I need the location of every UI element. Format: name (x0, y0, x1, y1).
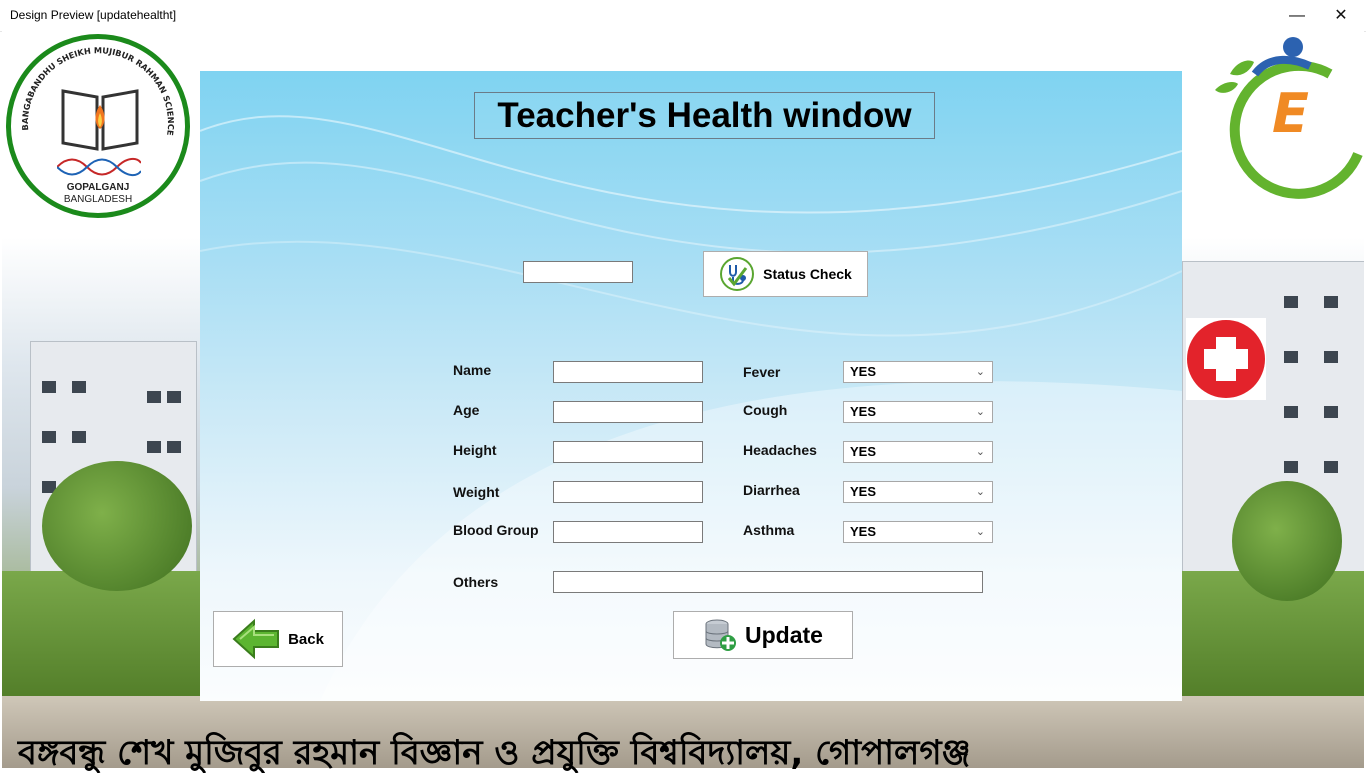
fever-label: Fever (743, 364, 781, 380)
logo-city: GOPALGANJ (66, 182, 130, 193)
diarrhea-select[interactable]: YES ⌄ (843, 481, 993, 503)
update-button[interactable]: Update (673, 611, 853, 659)
age-label: Age (453, 402, 480, 418)
red-cross-icon (1186, 318, 1266, 400)
footer-banner-text: বঙ্গবন্ধু শেখ মুজিবুর রহমান বিজ্ঞান ও প্… (18, 733, 971, 773)
headaches-select[interactable]: YES ⌄ (843, 441, 993, 463)
cough-select[interactable]: YES ⌄ (843, 401, 993, 423)
asthma-select[interactable]: YES ⌄ (843, 521, 993, 543)
close-icon[interactable]: ✕ (1318, 0, 1364, 31)
health-form-panel: Teacher's Health window Status Check Nam… (200, 71, 1182, 701)
chevron-down-icon: ⌄ (975, 406, 985, 418)
window-title: Design Preview [updatehealtht] (10, 8, 177, 22)
diarrhea-label: Diarrhea (743, 482, 800, 498)
cough-value: YES (850, 404, 877, 419)
back-button[interactable]: Back (213, 611, 343, 667)
dna-icon (57, 157, 141, 177)
minimize-icon[interactable]: — (1274, 0, 1320, 31)
fever-select[interactable]: YES ⌄ (843, 361, 993, 383)
e-health-logo: E (1210, 34, 1365, 199)
others-label: Others (453, 574, 499, 590)
diarrhea-value: YES (850, 484, 877, 499)
blood-group-label: Blood Group (453, 522, 539, 538)
height-label: Height (453, 442, 497, 458)
page-title: Teacher's Health window (474, 92, 935, 139)
title-bar: Design Preview [updatehealtht] — ✕ (0, 0, 1366, 32)
search-input[interactable] (523, 261, 633, 283)
cough-label: Cough (743, 402, 788, 418)
university-logo: BANGABANDHU SHEIKH MUJIBUR RAHMAN SCIENC… (6, 34, 190, 218)
logo-letter: E (1272, 82, 1309, 145)
headaches-label: Headaches (743, 442, 817, 458)
height-input[interactable] (553, 441, 703, 463)
asthma-value: YES (850, 524, 877, 539)
stethoscope-icon (720, 257, 755, 291)
update-label: Update (745, 621, 823, 648)
status-check-button[interactable]: Status Check (703, 251, 868, 297)
fever-value: YES (850, 364, 877, 379)
book-flame-icon (61, 89, 139, 151)
logo-country: BANGLADESH (63, 194, 133, 205)
chevron-down-icon: ⌄ (975, 486, 985, 498)
others-input[interactable] (553, 571, 983, 593)
chevron-down-icon: ⌄ (975, 366, 985, 378)
asthma-label: Asthma (743, 522, 795, 538)
name-label: Name (453, 362, 492, 378)
wave-decoration (200, 115, 1182, 701)
weight-input[interactable] (553, 481, 703, 503)
back-label: Back (288, 630, 324, 648)
status-check-label: Status Check (763, 266, 852, 282)
chevron-down-icon: ⌄ (975, 526, 985, 538)
database-add-icon (705, 619, 737, 651)
back-arrow-icon (232, 618, 280, 660)
weight-label: Weight (453, 484, 500, 500)
headaches-value: YES (850, 444, 877, 459)
chevron-down-icon: ⌄ (975, 446, 985, 458)
blood-group-input[interactable] (553, 521, 703, 543)
age-input[interactable] (553, 401, 703, 423)
name-input[interactable] (553, 361, 703, 383)
